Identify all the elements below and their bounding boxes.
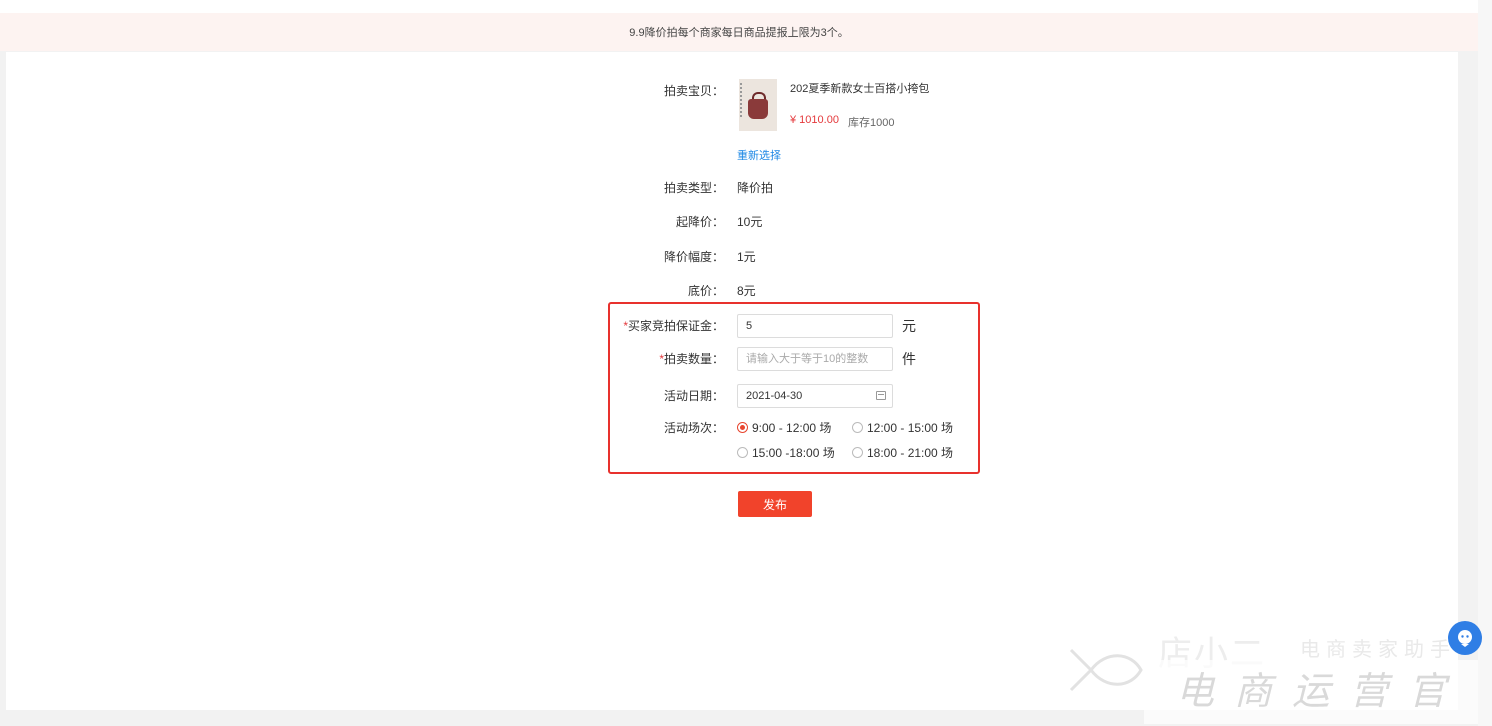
watermark-slogan: 电商运营官 [1176, 669, 1467, 713]
product-title: 202夏季新款女士百搭小挎包 [790, 83, 930, 95]
price-step-label: 降价幅度： [663, 250, 724, 264]
product-label: 拍卖宝贝： [663, 84, 724, 98]
top-gap [0, 0, 1478, 13]
info-row-step: 降价幅度： 1元 [6, 247, 1458, 267]
product-price: ¥ 1010.00 [790, 114, 839, 126]
auction-type-label: 拍卖类型： [663, 181, 724, 195]
session-label: 活动场次： [663, 421, 724, 435]
product-thumbnail [739, 79, 777, 131]
product-row: 拍卖宝贝： [6, 81, 1458, 101]
watermark-subtitle: 电商卖家助手 [1300, 637, 1456, 661]
bag-icon [748, 99, 768, 119]
info-row-floor: 底价： 8元 [6, 281, 1458, 301]
radio-checked-icon[interactable] [737, 422, 748, 433]
floor-price-label: 底价： [687, 284, 724, 298]
quantity-unit: 件 [902, 351, 916, 367]
deposit-input[interactable] [737, 314, 893, 338]
session-option-4[interactable]: 18:00 - 21:00 场 [852, 443, 953, 463]
date-label: 活动日期： [663, 389, 724, 403]
auction-type-value: 降价拍 [737, 181, 774, 195]
radio-unchecked-icon[interactable] [852, 447, 863, 458]
info-row-type: 拍卖类型： 降价拍 [6, 178, 1458, 198]
deposit-row: *买家竞拍保证金： 元 [6, 314, 1458, 338]
calendar-icon[interactable] [876, 391, 886, 400]
notice-text: 9.9降价拍每个商家每日商品提报上限为3个。 [629, 27, 849, 39]
deposit-unit: 元 [902, 318, 916, 334]
session-option-1[interactable]: 9:00 - 12:00 场 [737, 418, 831, 438]
scrollbar[interactable] [1478, 0, 1492, 726]
chat-bot-icon [1458, 630, 1472, 647]
floor-price-value: 8元 [737, 284, 756, 298]
session-row: 活动场次： [6, 418, 1458, 438]
radio-unchecked-icon[interactable] [852, 422, 863, 433]
session-option-3[interactable]: 15:00 -18:00 场 [737, 443, 835, 463]
deposit-label: *买家竞拍保证金： [623, 319, 724, 333]
watermark-fish-icon [1069, 648, 1143, 692]
session-option-2[interactable]: 12:00 - 15:00 场 [852, 418, 953, 438]
auction-form-panel: 拍卖宝贝： 202夏季新款女士百搭小挎包 ¥ 1010.00 库存1000 重新… [6, 52, 1458, 710]
date-row: 活动日期： 2021-04-30 [6, 384, 1458, 408]
product-stock: 库存1000 [848, 117, 895, 129]
notice-banner: 9.9降价拍每个商家每日商品提报上限为3个。 [0, 13, 1478, 51]
chat-assistant-button[interactable] [1448, 621, 1482, 655]
radio-unchecked-icon[interactable] [737, 447, 748, 458]
date-value: 2021-04-30 [746, 390, 803, 402]
price-step-value: 1元 [737, 250, 756, 264]
quantity-input[interactable] [737, 347, 893, 371]
publish-button[interactable]: 发布 [738, 491, 812, 517]
start-price-value: 10元 [737, 215, 763, 229]
quantity-row: *拍卖数量： 件 [6, 347, 1458, 371]
reselect-link[interactable]: 重新选择 [737, 147, 781, 163]
info-row-start-price: 起降价： 10元 [6, 212, 1458, 232]
quantity-label: *拍卖数量： [659, 352, 724, 366]
date-picker[interactable]: 2021-04-30 [737, 384, 893, 408]
start-price-label: 起降价： [675, 215, 724, 229]
